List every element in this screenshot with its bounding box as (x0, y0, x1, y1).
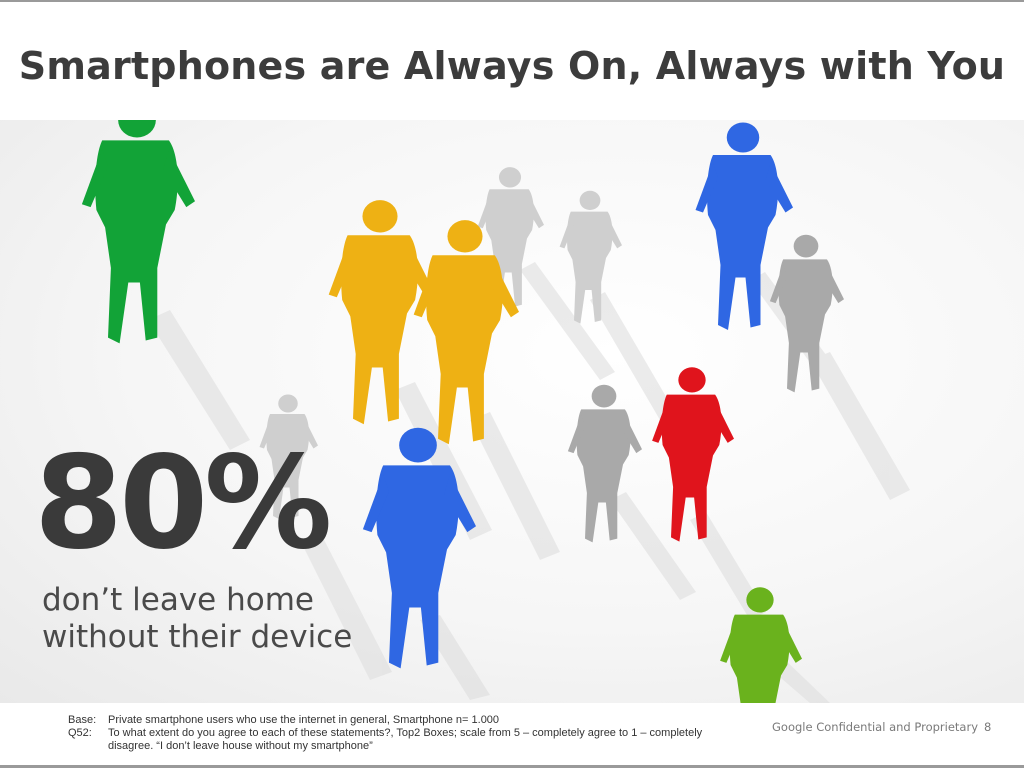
top-border (0, 0, 1024, 2)
slide-title: Smartphones are Always On, Always with Y… (18, 44, 1006, 88)
footnote-base: Base: Private smartphone users who use t… (68, 714, 748, 727)
footnote-base-label: Base: (68, 714, 97, 726)
page-number: 8 (984, 720, 992, 734)
footnote: Base: Private smartphone users who use t… (68, 714, 748, 753)
light-green-figure (720, 587, 802, 703)
footnote-question-label: Q52: (68, 727, 92, 739)
footnote-base-text: Private smartphone users who use the int… (108, 714, 500, 726)
red-figure (652, 367, 734, 542)
stat-caption-line-1: don’t leave home (42, 582, 314, 618)
green-figure (81, 120, 195, 344)
confidential-notice: Google Confidential and Proprietary (772, 720, 978, 734)
footnote-question: Q52: To what extent do you agree to each… (68, 727, 748, 753)
stat-caption-line-2: without their device (42, 619, 353, 655)
footnote-question-text: To what extent do you agree to each of t… (108, 727, 703, 752)
blue-figure-bottom (362, 427, 476, 669)
stat-caption: don’t leave home without their device (42, 582, 352, 656)
stat-value: 80% (34, 429, 332, 578)
